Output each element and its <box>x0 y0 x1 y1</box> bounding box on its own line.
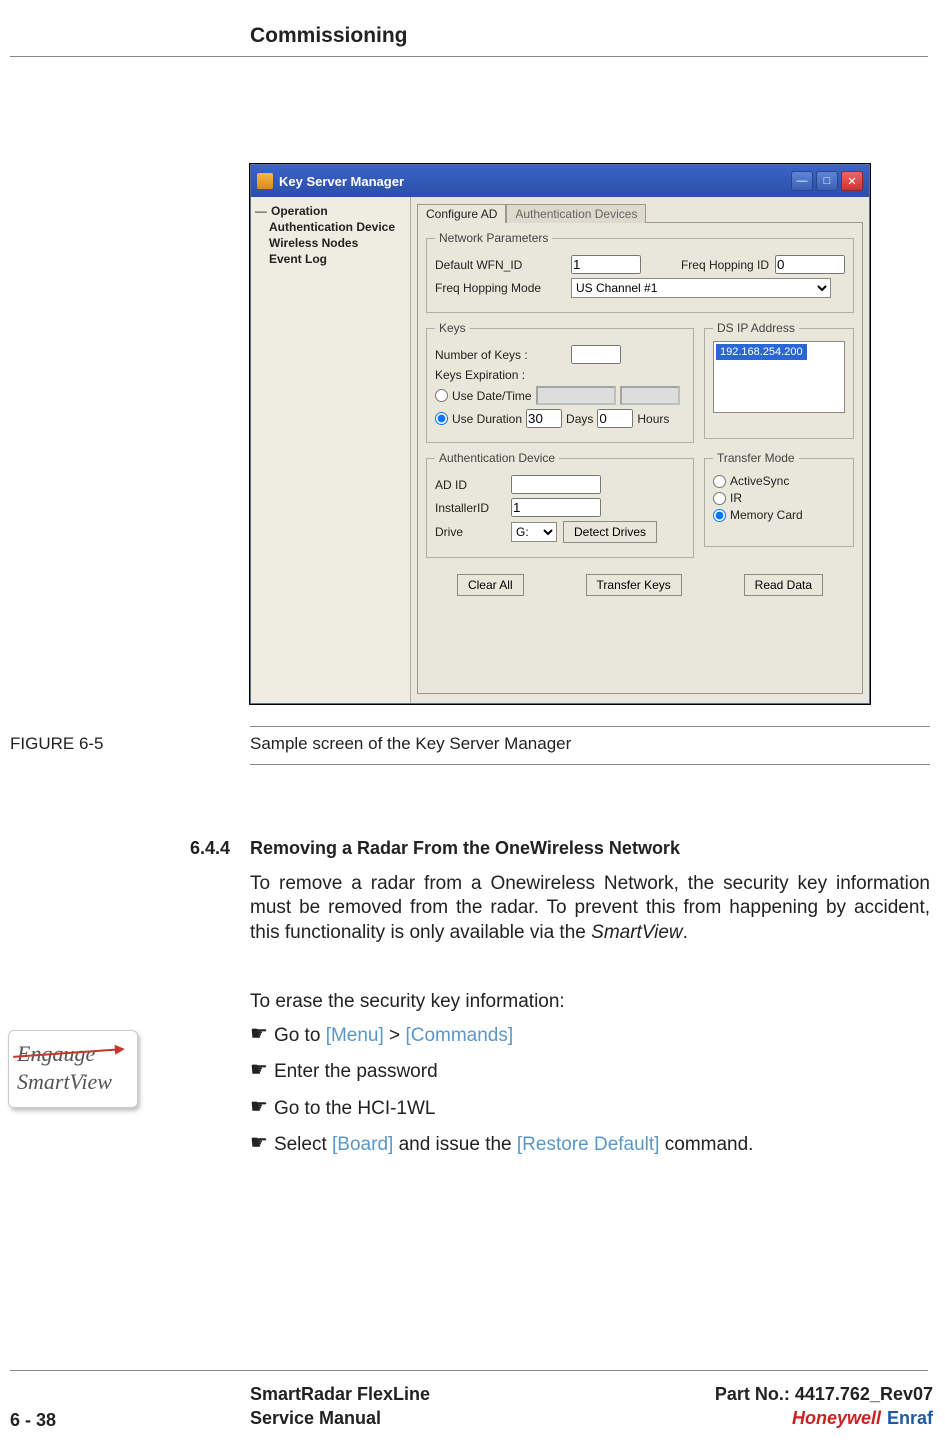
clear-all-button[interactable]: Clear All <box>457 574 524 596</box>
footer-doc-title-2: Service Manual <box>250 1408 381 1429</box>
detect-drives-button[interactable]: Detect Drives <box>563 521 657 543</box>
read-data-button[interactable]: Read Data <box>744 574 823 596</box>
nav-tree: — Operation Authentication Device Wirele… <box>251 197 411 703</box>
radio-ir[interactable] <box>713 492 726 505</box>
running-header: Commissioning <box>250 24 408 48</box>
label-freq-hopping-mode: Freq Hopping Mode <box>435 281 565 295</box>
section-number: 6.4.4 <box>190 838 230 859</box>
tree-item-auth-device[interactable]: Authentication Device <box>269 219 406 235</box>
figure-label: FIGURE 6-5 <box>10 734 104 754</box>
tab-configure-ad[interactable]: Configure AD <box>417 204 506 223</box>
step-list: ☛ Go to [Menu] > [Commands] ☛ Enter the … <box>250 1024 930 1169</box>
logo-honeywell: Honeywell <box>792 1408 881 1428</box>
badge-strikethrough-text: Engauge <box>17 1041 129 1067</box>
ref-restore-default: [Restore Default] <box>517 1134 660 1155</box>
paragraph-intro: To remove a radar from a Onewireless Net… <box>250 872 930 945</box>
footer-doc-title-1: SmartRadar FlexLine <box>250 1384 430 1405</box>
tree-item-wireless-nodes[interactable]: Wireless Nodes <box>269 235 406 251</box>
hand-icon: ☛ <box>250 1097 268 1117</box>
tab-auth-devices[interactable]: Authentication Devices <box>506 204 646 223</box>
paragraph-lead: To erase the security key information: <box>250 990 930 1014</box>
radio-use-datetime[interactable] <box>435 389 448 402</box>
label-activesync: ActiveSync <box>730 474 789 488</box>
badge-name: SmartView <box>17 1069 129 1095</box>
window-titlebar: Key Server Manager — □ ✕ <box>251 165 869 197</box>
label-use-duration: Use Duration <box>452 412 522 426</box>
close-button[interactable]: ✕ <box>841 171 863 191</box>
footer-part-number: Part No.: 4417.762_Rev07 <box>715 1384 933 1405</box>
tree-root-label[interactable]: Operation <box>271 203 328 219</box>
footer-rule <box>10 1370 928 1371</box>
group-transfer-mode: Transfer Mode ActiveSync IR Memory Card <box>704 451 854 547</box>
label-default-wfn-id: Default WFN_ID <box>435 258 565 272</box>
step-4: ☛ Select [Board] and issue the [Restore … <box>250 1133 930 1157</box>
tree-item-event-log[interactable]: Event Log <box>269 251 406 267</box>
ref-menu: [Menu] <box>326 1025 384 1046</box>
step-1: ☛ Go to [Menu] > [Commands] <box>250 1024 930 1048</box>
label-hours: Hours <box>637 412 669 426</box>
input-default-wfn-id[interactable] <box>571 255 641 274</box>
minimize-button[interactable]: — <box>791 171 813 191</box>
label-freq-hopping-id: Freq Hopping ID <box>681 258 769 272</box>
legend-network-parameters: Network Parameters <box>435 231 552 245</box>
input-freq-hopping-id[interactable] <box>775 255 845 274</box>
section-title: Removing a Radar From the OneWireless Ne… <box>250 838 680 859</box>
input-duration-hours[interactable] <box>597 409 633 428</box>
input-duration-days[interactable] <box>526 409 562 428</box>
footer-page-number: 6 - 38 <box>10 1410 56 1431</box>
ref-board: [Board] <box>332 1134 393 1155</box>
window-title: Key Server Manager <box>279 174 788 189</box>
header-rule <box>10 56 928 57</box>
group-auth-device: Authentication Device AD ID InstallerID … <box>426 451 694 558</box>
hand-icon: ☛ <box>250 1060 268 1080</box>
footer-logo: Honeywell Enraf <box>792 1408 933 1429</box>
legend-transfer-mode: Transfer Mode <box>713 451 799 465</box>
app-icon <box>257 173 273 189</box>
radio-use-duration[interactable] <box>435 412 448 425</box>
ref-commands: [Commands] <box>405 1025 513 1046</box>
label-num-keys: Number of Keys : <box>435 348 565 362</box>
hand-icon: ☛ <box>250 1024 268 1044</box>
group-keys: Keys Number of Keys : Keys Expiration : … <box>426 321 694 443</box>
figure-rule-bottom <box>250 764 930 765</box>
input-exp-date <box>536 386 616 405</box>
list-ds-ip[interactable]: 192.168.254.200 <box>713 341 845 413</box>
group-ds-ip: DS IP Address 192.168.254.200 <box>704 321 854 439</box>
legend-ds-ip: DS IP Address <box>713 321 799 335</box>
legend-auth-device: Authentication Device <box>435 451 559 465</box>
smartview-badge: Engauge SmartView <box>8 1030 138 1108</box>
ip-address-item[interactable]: 192.168.254.200 <box>716 344 807 360</box>
input-num-keys[interactable] <box>571 345 621 364</box>
select-drive[interactable]: G: <box>511 522 557 542</box>
hand-icon: ☛ <box>250 1133 268 1153</box>
label-installer-id: InstallerID <box>435 501 505 515</box>
label-memory-card: Memory Card <box>730 508 803 522</box>
tree-collapse-icon[interactable]: — <box>255 204 267 218</box>
label-use-datetime: Use Date/Time <box>452 389 532 403</box>
label-days: Days <box>566 412 593 426</box>
radio-activesync[interactable] <box>713 475 726 488</box>
input-installer-id[interactable] <box>511 498 601 517</box>
figure-caption: Sample screen of the Key Server Manager <box>250 734 571 754</box>
input-ad-id[interactable] <box>511 475 601 494</box>
group-network-parameters: Network Parameters Default WFN_ID Freq H… <box>426 231 854 313</box>
step-2: ☛ Enter the password <box>250 1060 930 1084</box>
label-ad-id: AD ID <box>435 478 505 492</box>
radio-memory-card[interactable] <box>713 509 726 522</box>
select-freq-hopping-mode[interactable]: US Channel #1 <box>571 278 831 298</box>
transfer-keys-button[interactable]: Transfer Keys <box>586 574 682 596</box>
logo-enraf: Enraf <box>887 1408 933 1428</box>
legend-keys: Keys <box>435 321 470 335</box>
input-exp-time <box>620 386 680 405</box>
maximize-button[interactable]: □ <box>816 171 838 191</box>
label-keys-expiration: Keys Expiration : <box>435 368 525 382</box>
figure-rule-top <box>250 726 930 727</box>
step-3: ☛ Go to the HCI-1WL <box>250 1097 930 1121</box>
label-drive: Drive <box>435 525 505 539</box>
label-ir: IR <box>730 491 742 505</box>
screenshot-key-server-manager: Key Server Manager — □ ✕ — Operation Aut… <box>250 164 870 704</box>
